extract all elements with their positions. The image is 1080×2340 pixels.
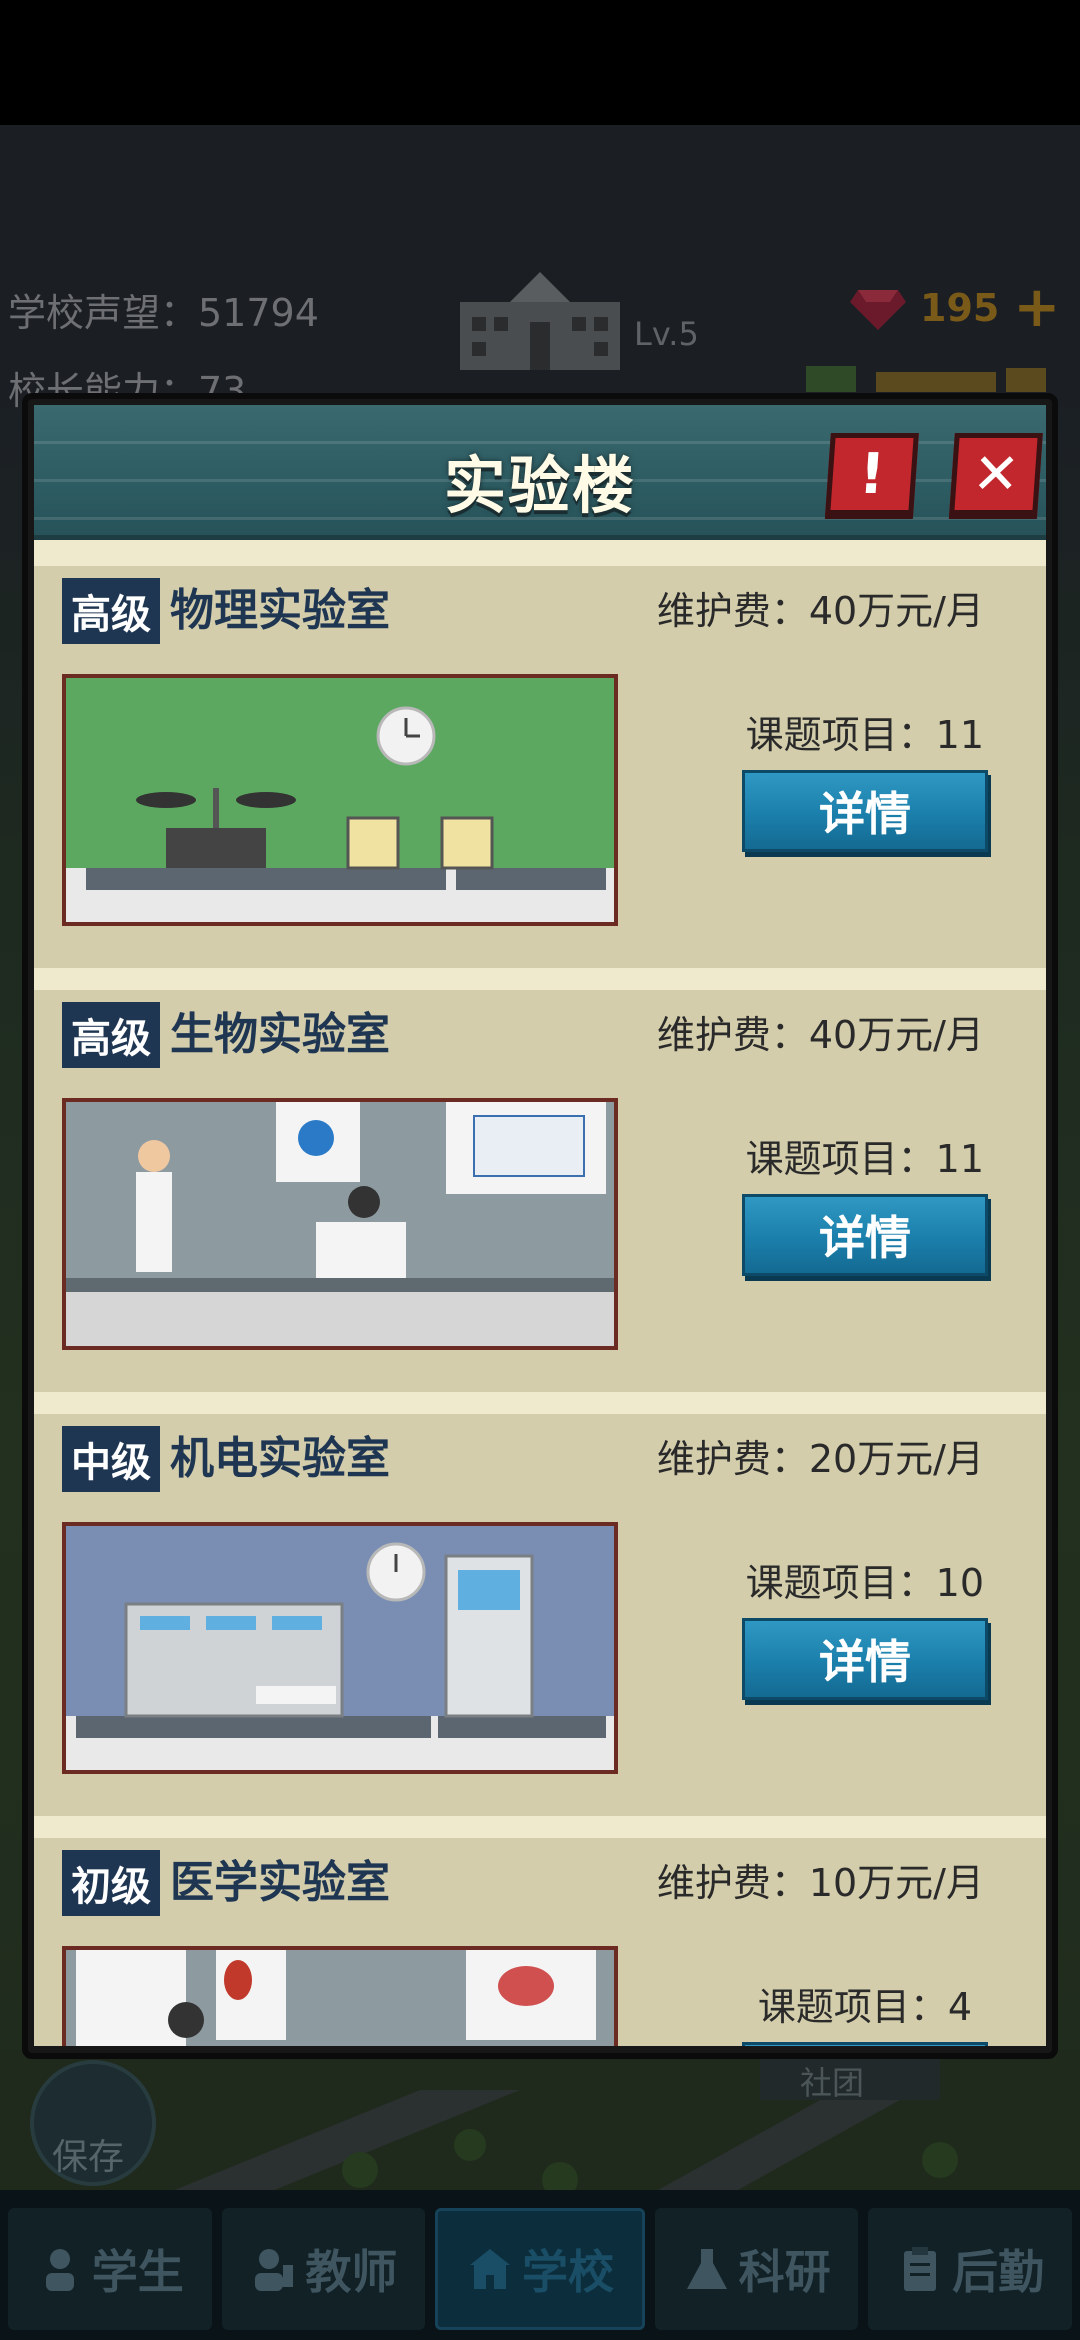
school-building-icon (460, 272, 620, 370)
dialog-header: 实验楼 ! ✕ (34, 405, 1046, 540)
money-counter-peek (806, 366, 1046, 392)
lab-name: 机电实验室 (170, 1433, 390, 1484)
level-badge: 高级 (62, 1002, 160, 1068)
lab-card-biology: 高级 生物实验室 维护费：40万元/月 课题项目：11 详情 (34, 980, 1046, 1392)
level-badge: 中级 (62, 1426, 160, 1492)
physics-lab-illustration (62, 674, 618, 926)
teacher-icon (255, 2249, 294, 2291)
lab-name: 医学实验室 (170, 1857, 390, 1908)
gem-counter: 195 + (850, 280, 1060, 336)
status-bar (0, 0, 1080, 125)
town-map-peek (0, 2050, 1080, 2210)
flask-icon (686, 2249, 727, 2289)
lab-list[interactable]: 高级 物理实验室 维护费：40万元/月 课题项目：11 详情 高级 生物实验室 … (34, 556, 1046, 2046)
biology-lab-illustration (62, 1098, 618, 1350)
details-button[interactable]: 详情 (742, 2042, 988, 2046)
school-level: Lv.5 (634, 315, 699, 353)
tab-logistics[interactable]: 后勤 (868, 2208, 1072, 2330)
details-button[interactable]: 详情 (742, 770, 988, 852)
project-count: 课题项目：10 (745, 1561, 984, 1605)
tab-research-label: 科研 (738, 2245, 831, 2299)
gem-icon (850, 290, 906, 330)
lab-card-mechatronics: 中级 机电实验室 维护费：20万元/月 课题项目：10 详情 (34, 1404, 1046, 1816)
mechatronics-lab-illustration (62, 1522, 618, 1774)
school-icon (469, 2249, 510, 2289)
project-count: 课题项目：11 (745, 1137, 984, 1181)
tab-students-label: 学生 (91, 2245, 184, 2299)
reputation-stat: 学校声望：51794 (8, 291, 319, 335)
help-button[interactable]: ! (825, 433, 919, 515)
maintenance-fee: 维护费：20万元/月 (656, 1437, 984, 1481)
lab-card-medical: 初级 医学实验室 维护费：10万元/月 课题项目：4 详情 (34, 1828, 1046, 2046)
bottom-nav: 学生 教师 学校 科研 后勤 (0, 2190, 1080, 2340)
medical-lab-illustration (62, 1946, 618, 2046)
details-button[interactable]: 详情 (742, 1194, 988, 1276)
level-badge: 高级 (62, 578, 160, 644)
lab-building-dialog: 实验楼 ! ✕ 高级 物理实验室 维护费：40万元/月 课题项目：11 详情 高… (22, 393, 1058, 2059)
gem-count: 195 (920, 286, 1000, 330)
tab-school[interactable]: 学校 (435, 2208, 645, 2330)
maintenance-fee: 维护费：40万元/月 (656, 589, 984, 633)
level-badge: 初级 (62, 1850, 160, 1916)
clipboard-icon (904, 2247, 937, 2291)
project-count: 课题项目：4 (757, 1985, 972, 2029)
lab-card-physics: 高级 物理实验室 维护费：40万元/月 课题项目：11 详情 (34, 556, 1046, 968)
project-count: 课题项目：11 (745, 713, 984, 757)
club-label: 社团 (800, 2064, 865, 2102)
maintenance-fee: 维护费：10万元/月 (656, 1861, 984, 1905)
tab-school-label: 学校 (521, 2245, 614, 2299)
add-gems-icon[interactable]: + (1013, 280, 1060, 336)
tab-logistics-label: 后勤 (952, 2245, 1045, 2299)
lab-name: 物理实验室 (170, 585, 390, 636)
lab-name: 生物实验室 (170, 1009, 390, 1060)
header-trim (34, 540, 1046, 556)
tab-teachers-label: 教师 (305, 2245, 398, 2299)
save-label: 保存 (52, 2137, 125, 2178)
student-icon (45, 2249, 74, 2291)
details-button[interactable]: 详情 (742, 1618, 988, 1700)
tab-students[interactable]: 学生 (8, 2208, 212, 2330)
maintenance-fee: 维护费：40万元/月 (656, 1013, 984, 1057)
close-button[interactable]: ✕ (949, 433, 1043, 515)
tab-research[interactable]: 科研 (654, 2208, 859, 2330)
tab-teachers[interactable]: 教师 (221, 2208, 426, 2330)
